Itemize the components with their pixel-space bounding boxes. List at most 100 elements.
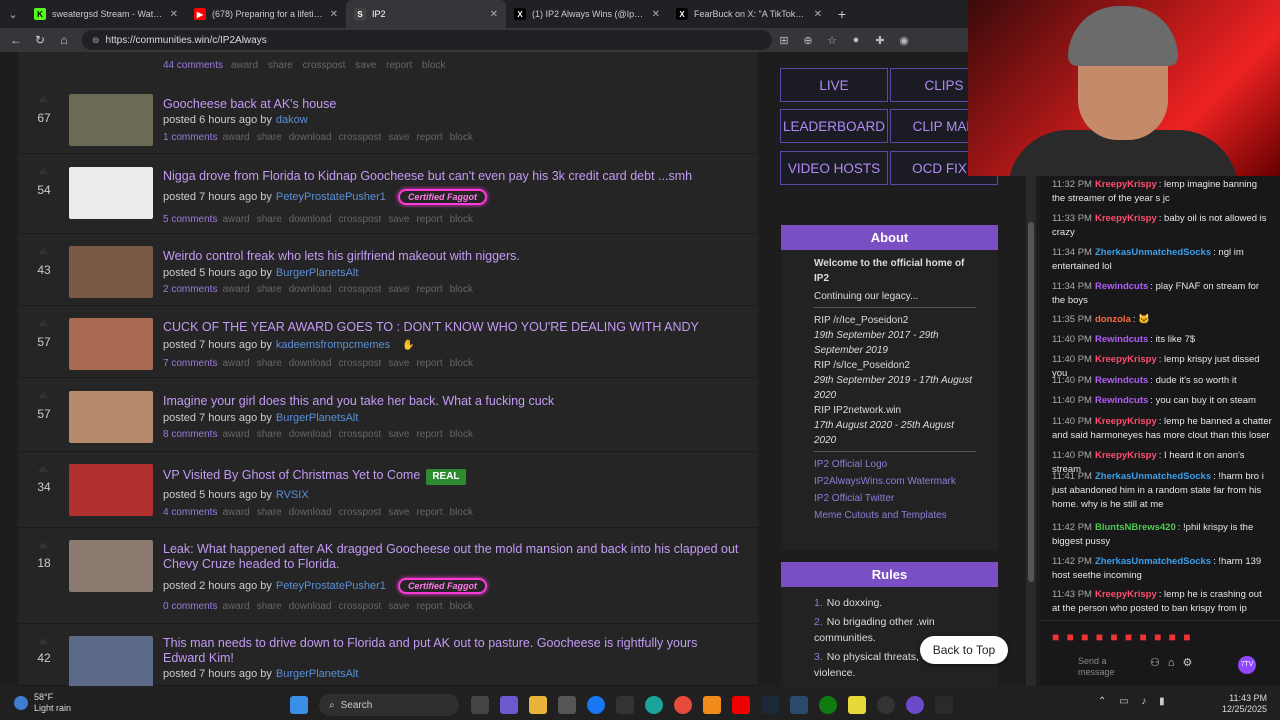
award-link[interactable]: award [222,284,249,295]
edge-icon[interactable] [645,696,663,714]
report-link[interactable]: report [416,284,442,295]
browser-icon[interactable] [906,696,924,714]
post-author[interactable]: PeteyProstatePusher1 [276,191,386,203]
share-link[interactable]: share [257,507,282,518]
close-icon[interactable]: ✕ [652,9,660,20]
tab-0[interactable]: K sweatergsd Stream - Watch L ✕ [26,0,186,28]
award-link[interactable]: award [222,601,249,612]
block-link[interactable]: block [422,60,445,71]
post-title[interactable]: This man needs to drive down to Florida … [163,636,743,666]
extension-icon[interactable]: ● [844,34,868,46]
twitter-link[interactable]: IP2 Official Twitter [814,491,976,506]
award-link[interactable]: award [222,214,249,225]
post-author[interactable]: BurgerPlanetsAlt [276,267,359,279]
block-link[interactable]: block [450,507,473,518]
upvote-icon[interactable] [38,248,48,256]
templates-link[interactable]: Meme Cutouts and Templates [814,508,976,523]
post-thumbnail[interactable] [69,636,153,686]
youtube-icon[interactable] [732,696,750,714]
post-thumbnail[interactable] [69,464,153,516]
block-link[interactable]: block [450,429,473,440]
close-icon[interactable]: ✕ [490,9,498,20]
post-thumbnail[interactable] [69,167,153,219]
comments-link[interactable]: 8 comments [163,429,217,440]
install-icon[interactable]: ⊞ [772,34,796,47]
crosspost-link[interactable]: crosspost [339,214,382,225]
home-icon[interactable]: ⌂ [52,33,76,47]
post-author[interactable]: dakow [276,114,308,126]
save-link[interactable]: save [388,358,409,369]
taskbar-search[interactable]: ⌕ Search [319,694,459,716]
download-link[interactable]: download [289,601,332,612]
upvote-icon[interactable] [38,542,48,550]
save-link[interactable]: save [388,507,409,518]
watermark-link[interactable]: IP2AlwaysWins.com Watermark [814,474,976,489]
crosspost-link[interactable]: crosspost [339,429,382,440]
store-icon[interactable]: ⌂ [1168,657,1183,669]
post-title[interactable]: Leak: What happened after AK dragged Goo… [163,542,743,572]
post-thumbnail[interactable] [69,318,153,370]
report-link[interactable]: report [416,507,442,518]
share-link[interactable]: share [257,214,282,225]
block-link[interactable]: block [450,601,473,612]
live-button[interactable]: LIVE [780,68,888,102]
crosspost-link[interactable]: crosspost [339,601,382,612]
chrome-icon[interactable] [674,696,692,714]
people-icon[interactable]: ⚇ [1150,657,1168,669]
post-thumbnail[interactable] [69,246,153,298]
post-thumbnail[interactable] [69,540,153,592]
comments-link[interactable]: 2 comments [163,284,217,295]
video-hosts-button[interactable]: VIDEO HOSTS [780,151,888,185]
crosspost-link[interactable]: crosspost [339,507,382,518]
post-title[interactable]: Goocheese back at AK's house [163,97,743,112]
back-icon[interactable]: ← [4,33,28,47]
comments-link[interactable]: 0 comments [163,601,217,612]
crosspost-link[interactable]: crosspost [339,358,382,369]
upvote-icon[interactable] [38,96,48,104]
post-thumbnail[interactable] [69,94,153,146]
crosspost-link[interactable]: crosspost [339,132,382,143]
tab-2[interactable]: S IP2 ✕ [346,0,506,28]
clock[interactable]: 11:43 PM 12/25/2025 [1205,693,1267,715]
settings-icon[interactable]: ⚙ [1183,657,1201,669]
back-to-top-button[interactable]: Back to Top [920,636,1008,664]
steam-icon[interactable] [761,696,779,714]
chat-input[interactable]: Send a message [1078,656,1138,678]
upvote-icon[interactable] [38,638,48,646]
share-link[interactable]: share [257,429,282,440]
save-link[interactable]: save [388,601,409,612]
close-icon[interactable]: ✕ [170,9,178,20]
download-link[interactable]: download [289,429,332,440]
leaderboard-button[interactable]: LEADERBOARD [780,109,888,143]
comments-link[interactable]: 44 comments [163,60,223,71]
facebook-icon[interactable] [587,696,605,714]
download-link[interactable]: download [289,132,332,143]
logo-link[interactable]: IP2 Official Logo [814,457,976,472]
tab-4[interactable]: X FearBuck on X: "A TikToker ma ✕ [668,0,830,28]
award-link[interactable]: award [222,132,249,143]
post-title[interactable]: CUCK OF THE YEAR AWARD GOES TO : DON'T K… [163,320,743,335]
post-author[interactable]: RVSIX [276,489,309,501]
vlc-icon[interactable] [703,696,721,714]
award-link[interactable]: award [222,358,249,369]
block-link[interactable]: block [450,214,473,225]
download-link[interactable]: download [289,507,332,518]
download-link[interactable]: download [289,214,332,225]
post-title[interactable]: VP Visited By Ghost of Christmas Yet to … [163,468,466,485]
weather-widget[interactable]: 58°F Light rain [14,692,71,714]
zoom-icon[interactable]: ⊕ [796,34,820,47]
award-link[interactable]: award [231,60,258,71]
app-icon[interactable] [790,696,808,714]
tab-3[interactable]: X (1) IP2 Always Wins (@Ip2AlwaysW ✕ [506,0,668,28]
scrollbar-thumb[interactable] [1028,222,1034,582]
system-tray[interactable]: ⌃ ▭ ♪ ▮ [1098,696,1170,707]
share-link[interactable]: share [257,358,282,369]
task-view-icon[interactable] [471,696,489,714]
upvote-icon[interactable] [38,168,48,176]
report-link[interactable]: report [386,60,412,71]
comments-link[interactable]: 7 comments [163,358,217,369]
report-link[interactable]: report [416,214,442,225]
tab-1[interactable]: ▶ (678) Preparing for a lifetime ✕ [186,0,346,28]
save-link[interactable]: save [355,60,376,71]
site-info-icon[interactable]: ⊜ [92,35,100,46]
